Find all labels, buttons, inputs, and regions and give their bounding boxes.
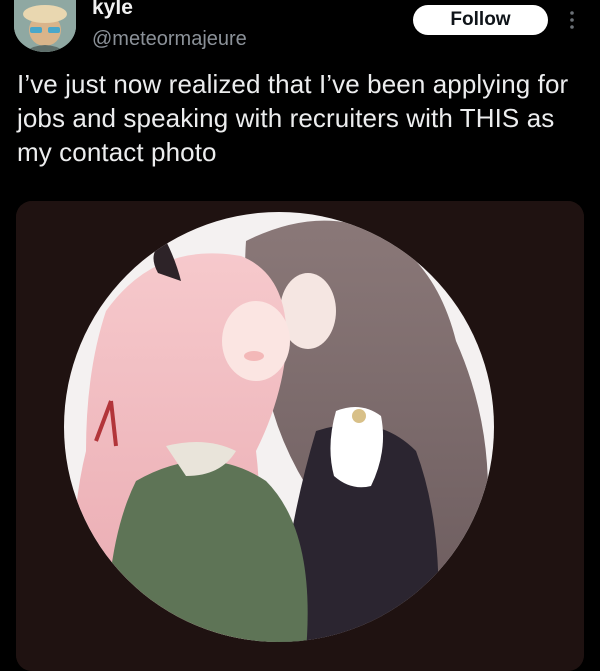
follow-button[interactable]: Follow bbox=[413, 5, 548, 35]
author-display-name[interactable]: kyle bbox=[92, 0, 133, 20]
more-vertical-icon[interactable] bbox=[566, 8, 578, 32]
tweet-text: I’ve just now realized that I’ve been ap… bbox=[17, 69, 569, 167]
author-handle[interactable]: @meteormajeure bbox=[92, 27, 247, 51]
author-avatar[interactable] bbox=[14, 0, 76, 52]
illustration-image bbox=[16, 201, 584, 671]
tweet-media[interactable] bbox=[16, 201, 584, 671]
avatar-image bbox=[14, 0, 76, 52]
